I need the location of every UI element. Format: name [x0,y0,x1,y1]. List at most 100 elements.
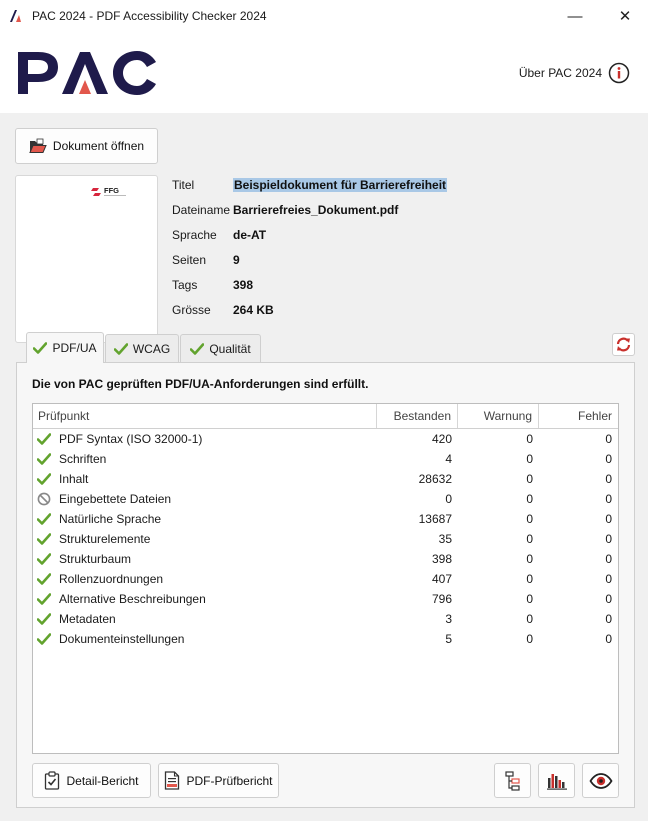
metadata-value-tags: 398 [233,277,254,292]
metadata-label: Sprache [172,227,217,242]
table-row[interactable]: Natürliche Sprache 13687 0 0 [33,509,618,529]
info-icon [608,62,630,84]
column-header-checkpoint[interactable]: Prüfpunkt [33,404,377,428]
detail-report-button[interactable]: Detail-Bericht [32,763,151,798]
metadata-value-pages: 9 [233,252,240,267]
checkpoint-cell: Strukturbaum [33,551,377,567]
table-row[interactable]: Rollenzuordnungen 407 0 0 [33,569,618,589]
passed-count: 3 [445,612,452,626]
warning-count: 0 [526,612,533,626]
checkpoint-label: Dokumenteinstellungen [59,632,185,646]
error-count: 0 [605,612,612,626]
warning-count: 0 [526,592,533,606]
pdf-report-button[interactable]: PDF-Prüfbericht [158,763,279,798]
eye-icon [588,772,613,789]
error-count: 0 [605,532,612,546]
statistics-button[interactable] [538,763,575,798]
table-row[interactable]: Alternative Beschreibungen 796 0 0 [33,589,618,609]
checkpoint-label: Metadaten [59,612,116,626]
checkpoint-label: Natürliche Sprache [59,512,162,526]
passed-count: 0 [445,492,452,506]
result-status-text: Die von PAC geprüften PDF/UA-Anforderung… [32,377,369,391]
column-header-passed[interactable]: Bestanden [377,404,458,428]
passed-count: 4 [445,452,452,466]
table-header: Prüfpunkt Bestanden Warnung Fehler [33,404,618,429]
tab-quality[interactable]: Qualität [180,334,261,362]
metadata-row-tags: Tags 398 [172,272,447,297]
column-header-warnings[interactable]: Warnung [458,404,539,428]
passed-count: 796 [431,592,452,606]
metadata-value-title: Beispieldokument für Barrierefreiheit [233,177,448,192]
checkpoint-cell: Dokumenteinstellungen [33,631,377,647]
open-document-button[interactable]: Dokument öffnen [15,128,158,164]
refresh-button[interactable] [612,333,635,356]
checkpoint-cell: Strukturelemente [33,531,377,547]
table-row[interactable]: Schriften 4 0 0 [33,449,618,469]
warning-count: 0 [526,492,533,506]
metadata-value-language: de-AT [233,227,267,242]
bar-chart-icon [546,773,567,790]
pdf-document-icon [165,771,180,790]
open-document-label: Dokument öffnen [52,139,145,153]
table-row[interactable]: Dokumenteinstellungen 5 0 0 [33,629,618,649]
checkmark-icon [190,342,205,355]
minimize-button[interactable]: — [552,0,598,32]
structure-tree-button[interactable] [494,763,531,798]
tab-label: WCAG [132,341,171,356]
error-count: 0 [605,472,612,486]
error-count: 0 [605,432,612,446]
ffg-logo: FFG [91,186,126,196]
table-row[interactable]: Strukturelemente 35 0 0 [33,529,618,549]
passed-count: 13687 [418,512,452,526]
metadata-value-size: 264 KB [233,302,274,317]
tab-label: PDF/UA [52,341,97,355]
table-row[interactable]: Inhalt 28632 0 0 [33,469,618,489]
pdfua-result-panel: Die von PAC geprüften PDF/UA-Anforderung… [16,362,635,808]
checkmark-icon [36,511,52,527]
checkmark-icon [36,431,52,447]
tab-wcag[interactable]: WCAG [105,334,179,362]
tab-pdfua[interactable]: PDF/UA [26,332,104,363]
preview-button[interactable] [582,763,619,798]
metadata-label: Tags [172,277,198,292]
checkpoint-cell: Natürliche Sprache [33,511,377,527]
warning-count: 0 [526,512,533,526]
folder-open-icon [29,138,47,153]
table-row[interactable]: Eingebettete Dateien 0 0 0 [33,489,618,509]
pac-app-icon [10,10,21,22]
close-button[interactable]: ✕ [602,0,648,32]
checkpoint-label: Strukturelemente [59,532,151,546]
passed-count: 35 [438,532,452,546]
checkpoint-cell: Metadaten [33,611,377,627]
metadata-label: Grösse [172,302,211,317]
close-icon: ✕ [618,8,632,25]
checkpoint-cell: Rollenzuordnungen [33,571,377,587]
checkpoint-cell: Eingebettete Dateien [33,491,377,507]
checkmark-icon [36,631,52,647]
about-label: Über PAC 2024 [518,66,602,80]
table-row[interactable]: Metadaten 3 0 0 [33,609,618,629]
about-link[interactable]: Über PAC 2024 [519,62,630,84]
warning-count: 0 [526,632,533,646]
metadata-value-filename: Barrierefreies_Dokument.pdf [233,202,399,217]
metadata-row-size: Grösse 264 KB [172,297,447,322]
checkmark-icon [36,471,52,487]
column-header-errors[interactable]: Fehler [539,404,618,428]
warning-count: 0 [526,572,533,586]
table-row[interactable]: PDF Syntax (ISO 32000-1) 420 0 0 [33,429,618,449]
tab-label: Qualität [209,341,251,356]
pac-logo [18,51,156,95]
metadata-label: Dateiname [172,202,231,217]
tree-structure-icon [504,770,520,791]
table-body: PDF Syntax (ISO 32000-1) 420 0 0 Schriften 4 0… [33,429,618,649]
warning-count: 0 [526,552,533,566]
title-bar: PAC 2024 - PDF Accessibility Checker 202… [0,0,648,32]
error-count: 0 [605,592,612,606]
checkpoint-label: Strukturbaum [59,552,132,566]
checkpoint-cell: Inhalt [33,471,377,487]
table-row[interactable]: Strukturbaum 398 0 0 [33,549,618,569]
warning-count: 0 [526,432,533,446]
warning-count: 0 [526,532,533,546]
checkpoint-label: PDF Syntax (ISO 32000-1) [59,432,203,446]
warning-count: 0 [526,452,533,466]
